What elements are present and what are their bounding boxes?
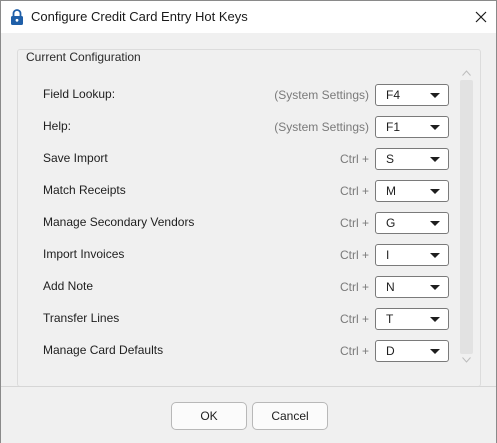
hotkey-modifier: Ctrl + [339,248,369,262]
hotkey-label: Transfer Lines [43,311,120,325]
hotkey-row-add-note: Add Note Ctrl + N [1,276,461,298]
chevron-down-icon [430,93,440,98]
dialog-window: Configure Credit Card Entry Hot Keys Cur… [0,0,497,443]
scroll-up-icon[interactable] [462,70,471,76]
hotkey-label: Match Receipts [43,183,126,197]
hotkey-select-import-invoices[interactable]: I [375,244,449,266]
hotkey-row-manage-secondary-vendors: Manage Secondary Vendors Ctrl + G [1,212,461,234]
hotkey-select-value: S [386,152,395,166]
chevron-down-icon [430,189,440,194]
hotkey-label: Help: [43,119,72,133]
chevron-down-icon [430,317,440,322]
window-title: Configure Credit Card Entry Hot Keys [31,9,248,24]
hotkey-select-transfer-lines[interactable]: T [375,308,449,330]
hotkey-modifier: Ctrl + [339,344,369,358]
hotkey-label: Manage Card Defaults [43,343,164,357]
dialog-footer: OK Cancel [1,386,496,443]
hotkey-select-save-import[interactable]: S [375,148,449,170]
hotkey-row-manage-card-defaults: Manage Card Defaults Ctrl + D [1,340,461,362]
hotkey-select-value: T [386,312,394,326]
hotkey-label: Save Import [43,151,108,165]
dialog-content: Current Configuration Field Lookup: (Sys… [1,33,496,387]
chevron-down-icon [430,221,440,226]
hotkey-select-value: F1 [386,120,401,134]
lock-icon [10,8,24,26]
groupbox-legend: Current Configuration [23,50,144,64]
close-icon [475,11,487,23]
hotkey-row-transfer-lines: Transfer Lines Ctrl + T [1,308,461,330]
scroll-down-icon[interactable] [462,357,471,363]
hotkey-row-save-import: Save Import Ctrl + S [1,148,461,170]
hotkey-row-match-receipts: Match Receipts Ctrl + M [1,180,461,202]
hotkey-select-match-receipts[interactable]: M [375,180,449,202]
chevron-down-icon [430,349,440,354]
hotkey-label: Add Note [43,279,94,293]
hotkey-select-value: G [386,216,396,230]
hotkey-select-manage-card-defaults[interactable]: D [375,340,449,362]
hotkey-select-value: N [386,280,395,294]
hotkey-select-field-lookup[interactable]: F4 [375,84,449,106]
cancel-button[interactable]: Cancel [252,402,328,430]
hotkey-row-import-invoices: Import Invoices Ctrl + I [1,244,461,266]
hotkey-label: Field Lookup: [43,87,116,101]
hotkey-modifier: (System Settings) [274,120,369,134]
chevron-down-icon [430,157,440,162]
hotkey-select-value: D [386,344,395,358]
hotkey-select-add-note[interactable]: N [375,276,449,298]
chevron-down-icon [430,253,440,258]
scroll-thumb[interactable] [460,80,473,354]
hotkey-select-manage-secondary-vendors[interactable]: G [375,212,449,234]
ok-button[interactable]: OK [171,402,247,430]
hotkey-modifier: Ctrl + [339,152,369,166]
hotkey-label: Import Invoices [43,247,125,261]
title-bar[interactable]: Configure Credit Card Entry Hot Keys [1,1,496,33]
chevron-down-icon [430,285,440,290]
hotkey-modifier: Ctrl + [339,216,369,230]
hotkey-select-value: F4 [386,88,401,102]
hotkey-select-help[interactable]: F1 [375,116,449,138]
hotkey-select-value: M [386,184,396,198]
hotkey-modifier: Ctrl + [339,312,369,326]
hotkey-modifier: (System Settings) [274,88,369,102]
close-button[interactable] [466,1,496,33]
hotkey-modifier: Ctrl + [339,280,369,294]
hotkey-label: Manage Secondary Vendors [43,215,195,229]
chevron-down-icon [430,125,440,130]
hotkey-select-value: I [386,248,390,262]
hotkey-row-help: Help: (System Settings) F1 [1,116,461,138]
hotkey-row-field-lookup: Field Lookup: (System Settings) F4 [1,84,461,106]
hotkey-modifier: Ctrl + [339,184,369,198]
